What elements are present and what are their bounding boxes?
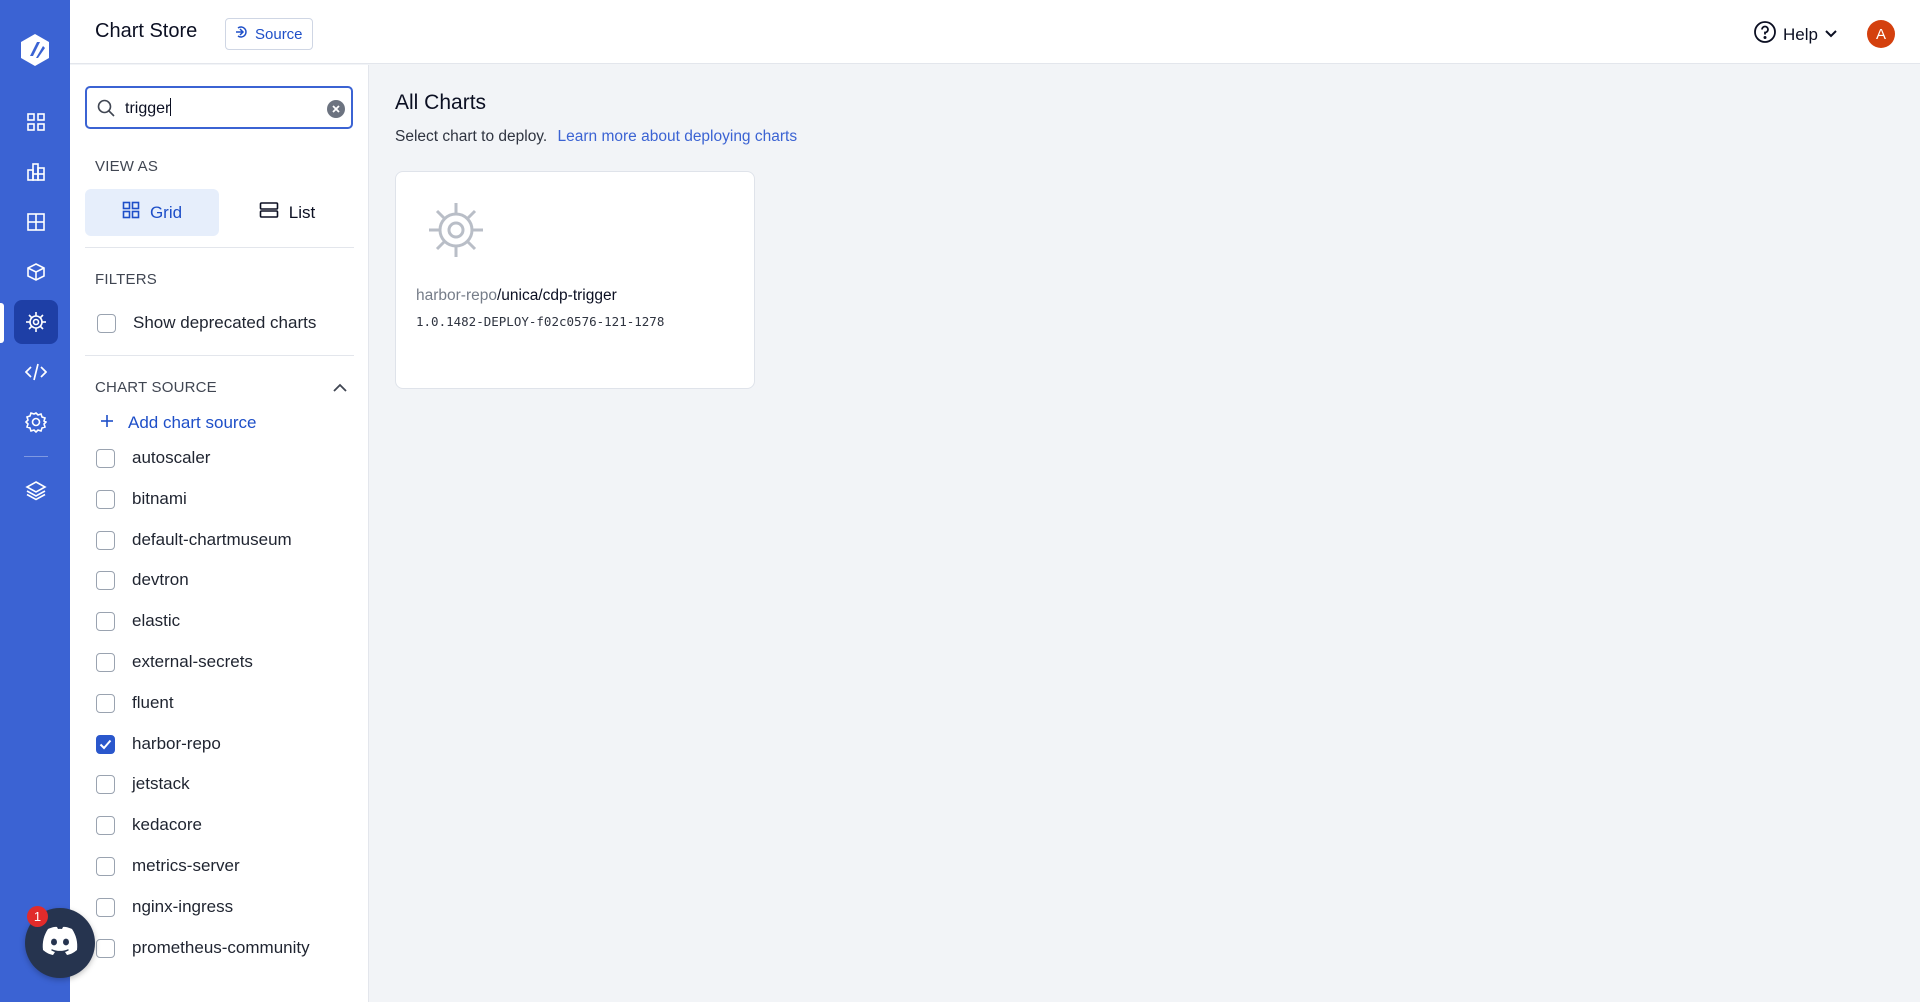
- chart-source-option[interactable]: autoscaler: [96, 446, 210, 470]
- devtron-logo-icon[interactable]: [15, 30, 55, 70]
- chart-path: /unica/cdp-trigger: [497, 287, 617, 304]
- search-input-value[interactable]: trigger: [125, 98, 172, 118]
- chart-source-label: metrics-server: [132, 856, 240, 875]
- clear-search-icon[interactable]: [327, 100, 345, 118]
- view-as-label: VIEW AS: [95, 158, 159, 175]
- checkbox[interactable]: [96, 693, 115, 713]
- checkbox[interactable]: [96, 774, 115, 794]
- nav-charts-grid-icon[interactable]: [14, 150, 58, 194]
- nav-active-indicator: [0, 303, 4, 343]
- nav-code-icon[interactable]: [14, 350, 58, 394]
- chart-source-label: jetstack: [132, 774, 190, 793]
- checkbox[interactable]: [96, 897, 115, 917]
- chart-card[interactable]: harbor-repo/unica/cdp-trigger 1.0.1482-D…: [395, 171, 755, 389]
- chart-source-label: CHART SOURCE: [95, 379, 217, 396]
- chart-source-label: nginx-ingress: [132, 897, 234, 916]
- helm-chart-icon: [426, 200, 486, 265]
- view-grid-label: Grid: [149, 202, 183, 222]
- chart-source-option[interactable]: jetstack: [96, 772, 190, 796]
- checkbox[interactable]: [96, 938, 115, 958]
- page-title: Chart Store: [95, 20, 198, 42]
- plus-icon: [100, 413, 114, 433]
- user-avatar[interactable]: A: [1867, 20, 1895, 48]
- checkbox-checked[interactable]: [96, 734, 115, 754]
- grid-icon: [122, 201, 140, 224]
- chart-source-option[interactable]: default-chartmuseum: [96, 528, 292, 552]
- divider: [85, 247, 354, 248]
- checkbox[interactable]: [96, 611, 115, 631]
- chart-source-option[interactable]: harbor-repo: [96, 732, 221, 756]
- chevron-down-icon: [1824, 25, 1838, 45]
- deploy-subtitle: Select chart to deploy. Learn more about…: [395, 128, 797, 146]
- checkbox[interactable]: [96, 652, 115, 672]
- divider: [85, 355, 354, 356]
- chart-source-label: autoscaler: [132, 448, 211, 467]
- chart-source-label: external-secrets: [132, 652, 253, 671]
- chart-source-label: prometheus-community: [132, 938, 310, 957]
- chart-source-option[interactable]: devtron: [96, 568, 189, 592]
- nav-applications-icon[interactable]: [14, 200, 58, 244]
- nav-chart-store-icon[interactable]: [14, 300, 58, 344]
- notification-badge: 1: [27, 906, 48, 927]
- chart-source-label: kedacore: [132, 815, 202, 834]
- discord-icon: [40, 926, 80, 961]
- chart-source-label: elastic: [132, 611, 181, 630]
- deploy-subtitle-text: Select chart to deploy.: [395, 128, 548, 145]
- chart-source-label: fluent: [132, 693, 174, 712]
- nav-stack-icon[interactable]: [14, 468, 58, 512]
- filters-label: FILTERS: [95, 271, 157, 288]
- help-question-icon: [1753, 20, 1777, 49]
- search-input[interactable]: trigger: [85, 86, 353, 129]
- chart-source-label: bitnami: [132, 489, 187, 508]
- help-menu[interactable]: Help: [1753, 20, 1838, 49]
- source-button-label: Source: [255, 25, 303, 43]
- checkbox[interactable]: [96, 489, 115, 509]
- checkbox[interactable]: [96, 448, 115, 468]
- chart-version: 1.0.1482-DEPLOY-f02c0576-121-1278: [416, 314, 665, 329]
- nav-separator: [24, 456, 48, 457]
- checkbox[interactable]: [96, 530, 115, 550]
- add-chart-source-label: Add chart source: [128, 413, 257, 432]
- checkbox[interactable]: [97, 313, 116, 333]
- chart-source-label: devtron: [132, 570, 189, 589]
- chart-source-label: harbor-repo: [132, 734, 221, 753]
- source-arrow-icon: [235, 25, 249, 43]
- view-list-button[interactable]: List: [220, 189, 354, 236]
- show-deprecated-label: Show deprecated charts: [133, 313, 317, 332]
- view-grid-button[interactable]: Grid: [85, 189, 219, 236]
- source-button[interactable]: Source: [225, 18, 313, 50]
- search-icon: [97, 99, 115, 122]
- all-charts-title: All Charts: [395, 91, 487, 114]
- chart-source-option[interactable]: fluent: [96, 691, 174, 715]
- chart-repo: harbor-repo: [416, 287, 497, 304]
- learn-more-link[interactable]: Learn more about deploying charts: [558, 128, 798, 145]
- nav-rail: [0, 0, 70, 1002]
- nav-settings-gear-icon[interactable]: [14, 400, 58, 444]
- nav-app-list-icon[interactable]: [14, 100, 58, 144]
- discord-button[interactable]: 1: [25, 906, 95, 978]
- chart-source-option[interactable]: nginx-ingress: [96, 895, 233, 919]
- filter-sidebar: trigger VIEW AS Grid List FILTERS Show d…: [70, 65, 369, 1002]
- checkbox[interactable]: [96, 815, 115, 835]
- chart-source-option[interactable]: external-secrets: [96, 650, 253, 674]
- chart-source-option[interactable]: prometheus-community: [96, 936, 310, 960]
- show-deprecated-checkbox[interactable]: Show deprecated charts: [97, 311, 316, 335]
- chevron-up-icon[interactable]: [332, 381, 348, 399]
- nav-package-icon[interactable]: [14, 250, 58, 294]
- checkbox[interactable]: [96, 570, 115, 590]
- chart-source-option[interactable]: kedacore: [96, 813, 202, 837]
- chart-source-label: default-chartmuseum: [132, 530, 292, 549]
- chart-source-option[interactable]: metrics-server: [96, 854, 240, 878]
- help-label: Help: [1783, 24, 1818, 44]
- view-list-label: List: [288, 202, 316, 222]
- checkbox[interactable]: [96, 856, 115, 876]
- chart-name: harbor-repo/unica/cdp-trigger: [416, 287, 617, 305]
- chart-source-option[interactable]: bitnami: [96, 487, 187, 511]
- top-header: Chart Store Source Help A: [70, 0, 1920, 64]
- add-chart-source-button[interactable]: Add chart source: [100, 413, 257, 433]
- list-icon: [259, 201, 279, 224]
- chart-source-option[interactable]: elastic: [96, 609, 180, 633]
